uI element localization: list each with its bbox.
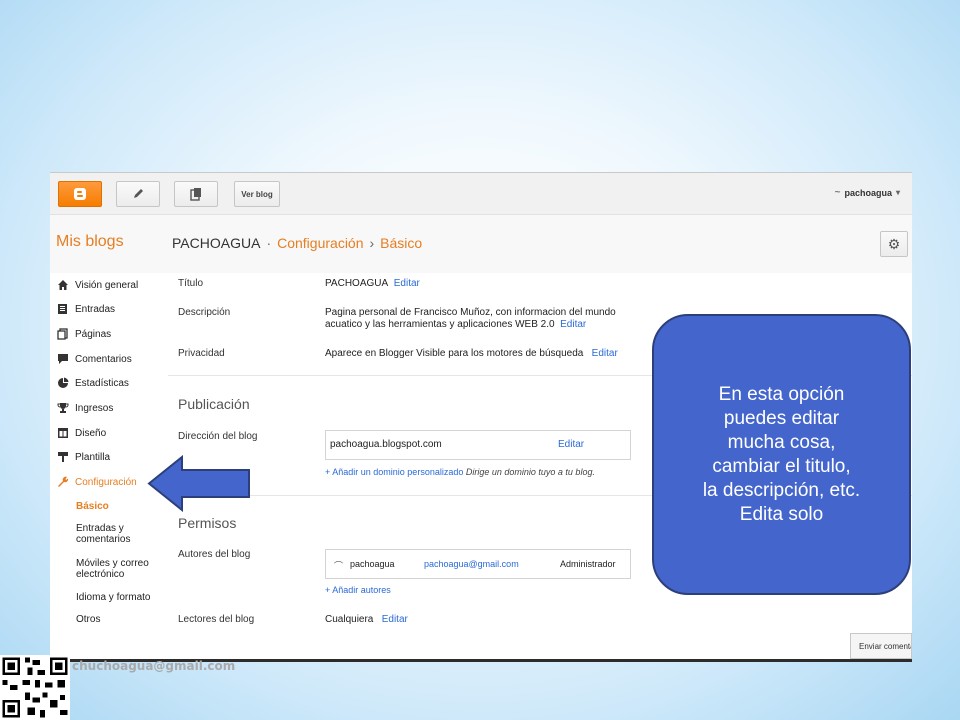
blogger-logo-icon: [74, 188, 86, 200]
permissions-section-title: Permisos: [178, 515, 237, 531]
readers-value: Cualquiera: [325, 614, 374, 625]
breadcrumb: PACHOAGUA · Configuración › Básico: [172, 235, 422, 251]
breadcrumb-dot: ·: [266, 235, 272, 251]
sidebar-item-overview[interactable]: Visión general: [57, 279, 138, 291]
edit-title-link[interactable]: Editar: [394, 278, 420, 289]
edit-readers-link[interactable]: Editar: [382, 614, 408, 625]
author-name: pachoagua: [350, 559, 395, 569]
edit-description-link[interactable]: Editar: [560, 319, 586, 330]
sidebar-item-label: Visión general: [75, 279, 139, 291]
qr-code-icon: [0, 655, 70, 720]
add-domain-row: + Añadir un dominio personalizado Dirige…: [325, 467, 595, 477]
title-label: Título: [178, 278, 204, 289]
caret-down-icon: ▾: [895, 188, 900, 197]
blog-address-box: pachoagua.blogspot.com Editar: [325, 430, 631, 460]
sidebar-item-settings[interactable]: Configuración: [57, 476, 137, 488]
sidebar-item-stats[interactable]: Estadísticas: [57, 377, 129, 389]
edit-privacy-link[interactable]: Editar: [592, 348, 618, 359]
author-role: Administrador: [560, 559, 616, 569]
footer-email: chuchoagua@gmail.com: [72, 659, 236, 673]
account-menu[interactable]: ~ pachoagua ▾: [835, 187, 900, 198]
wrench-icon: [57, 476, 69, 488]
sidebar-item-earnings[interactable]: Ingresos: [57, 402, 113, 414]
paint-roller-icon: [57, 451, 69, 463]
blog-header: Mis blogs PACHOAGUA · Configuración › Bá…: [50, 215, 912, 273]
sidebar-item-label: Diseño: [75, 427, 107, 439]
privacy-value-row: Aparece en Blogger Visible para los moto…: [325, 348, 618, 360]
sidebar-item-pages[interactable]: Páginas: [57, 328, 111, 340]
stats-icon: [57, 377, 69, 389]
author-avatar-icon: ⌒: [334, 561, 344, 571]
sidebar-item-layout[interactable]: Diseño: [57, 427, 106, 439]
description-label: Descripción: [178, 307, 231, 318]
send-feedback-button[interactable]: Enviar comentarios: [850, 633, 912, 659]
pages-icon: [57, 328, 69, 340]
breadcrumb-separator: ›: [369, 235, 375, 251]
sidebar-item-label: Entradas: [75, 303, 116, 315]
add-custom-domain-link[interactable]: + Añadir un dominio personalizado: [325, 467, 463, 477]
home-icon: [57, 279, 69, 291]
add-authors-link[interactable]: + Añadir autores: [325, 585, 391, 595]
sidebar-subitem-language[interactable]: Idioma y formato: [76, 592, 150, 603]
layout-icon: [57, 427, 69, 439]
blog-address-label: Dirección del blog: [178, 431, 258, 442]
sidebar-subitem-other[interactable]: Otros: [76, 614, 100, 625]
blog-authors-label: Autores del blog: [178, 549, 251, 560]
posts-icon: [57, 303, 69, 315]
sidebar-item-posts[interactable]: Entradas: [57, 303, 115, 315]
blog-readers-label: Lectores del blog: [178, 614, 255, 625]
trophy-icon: [57, 402, 69, 414]
documents-icon: [190, 188, 201, 201]
sidebar-item-label: Plantilla: [75, 451, 111, 463]
explanation-callout: En esta opción puedes editar mucha cosa,…: [652, 314, 911, 595]
sidebar-subitem-posts-comments[interactable]: Entradas y comentarios: [76, 523, 130, 545]
title-value: PACHOAGUA: [325, 278, 389, 289]
breadcrumb-subsection: Básico: [380, 235, 423, 251]
author-row: ⌒ pachoagua pachoagua@gmail.com Administ…: [325, 549, 631, 579]
author-email[interactable]: pachoagua@gmail.com: [424, 559, 519, 569]
avatar-icon: ~: [834, 187, 841, 198]
title-value-row: PACHOAGUA Editar: [325, 278, 420, 290]
sidebar-item-label: Configuración: [75, 476, 137, 488]
sidebar-item-comments[interactable]: Comentarios: [57, 353, 132, 365]
breadcrumb-blog-name[interactable]: PACHOAGUA: [172, 235, 260, 251]
left-arrow-icon: [147, 455, 250, 512]
breadcrumb-section[interactable]: Configuración: [277, 235, 363, 251]
sidebar-subitem-mobile-email[interactable]: Móviles y correo electrónico: [76, 558, 149, 580]
sidebar-item-template[interactable]: Plantilla: [57, 451, 110, 463]
gear-icon: ⚙: [887, 235, 901, 252]
sidebar-subitem-basic[interactable]: Básico: [76, 501, 109, 512]
sidebar-item-label: Ingresos: [75, 402, 114, 414]
view-blog-button[interactable]: Ver blog: [234, 181, 280, 207]
top-toolbar: Ver blog ~ pachoagua ▾: [50, 173, 912, 215]
account-name: pachoagua: [844, 187, 892, 198]
posts-list-button[interactable]: [174, 181, 218, 207]
blogger-logo-button[interactable]: [58, 181, 102, 207]
pencil-icon: [134, 189, 143, 198]
settings-gear-button[interactable]: ⚙: [880, 231, 908, 257]
callout-text: En esta opción puedes editar mucha cosa,…: [702, 383, 861, 525]
privacy-label: Privacidad: [178, 348, 225, 359]
sidebar-item-label: Estadísticas: [75, 377, 129, 389]
comments-icon: [57, 353, 69, 365]
blog-address-value: pachoagua.blogspot.com: [330, 439, 442, 450]
privacy-value: Aparece en Blogger Visible para los moto…: [325, 348, 584, 359]
add-domain-hint: Dirige un dominio tuyo a tu blog.: [465, 467, 595, 477]
sidebar-item-label: Páginas: [75, 328, 112, 340]
new-post-button[interactable]: [116, 181, 160, 207]
description-value-row: Pagina personal de Francisco Muñoz, con …: [325, 307, 625, 331]
view-blog-label: Ver blog: [241, 189, 273, 199]
publication-section-title: Publicación: [178, 396, 250, 412]
my-blogs-link[interactable]: Mis blogs: [56, 233, 124, 251]
readers-value-row: Cualquiera Editar: [325, 614, 408, 626]
edit-address-link[interactable]: Editar: [558, 439, 584, 450]
sidebar-item-label: Comentarios: [75, 353, 132, 365]
